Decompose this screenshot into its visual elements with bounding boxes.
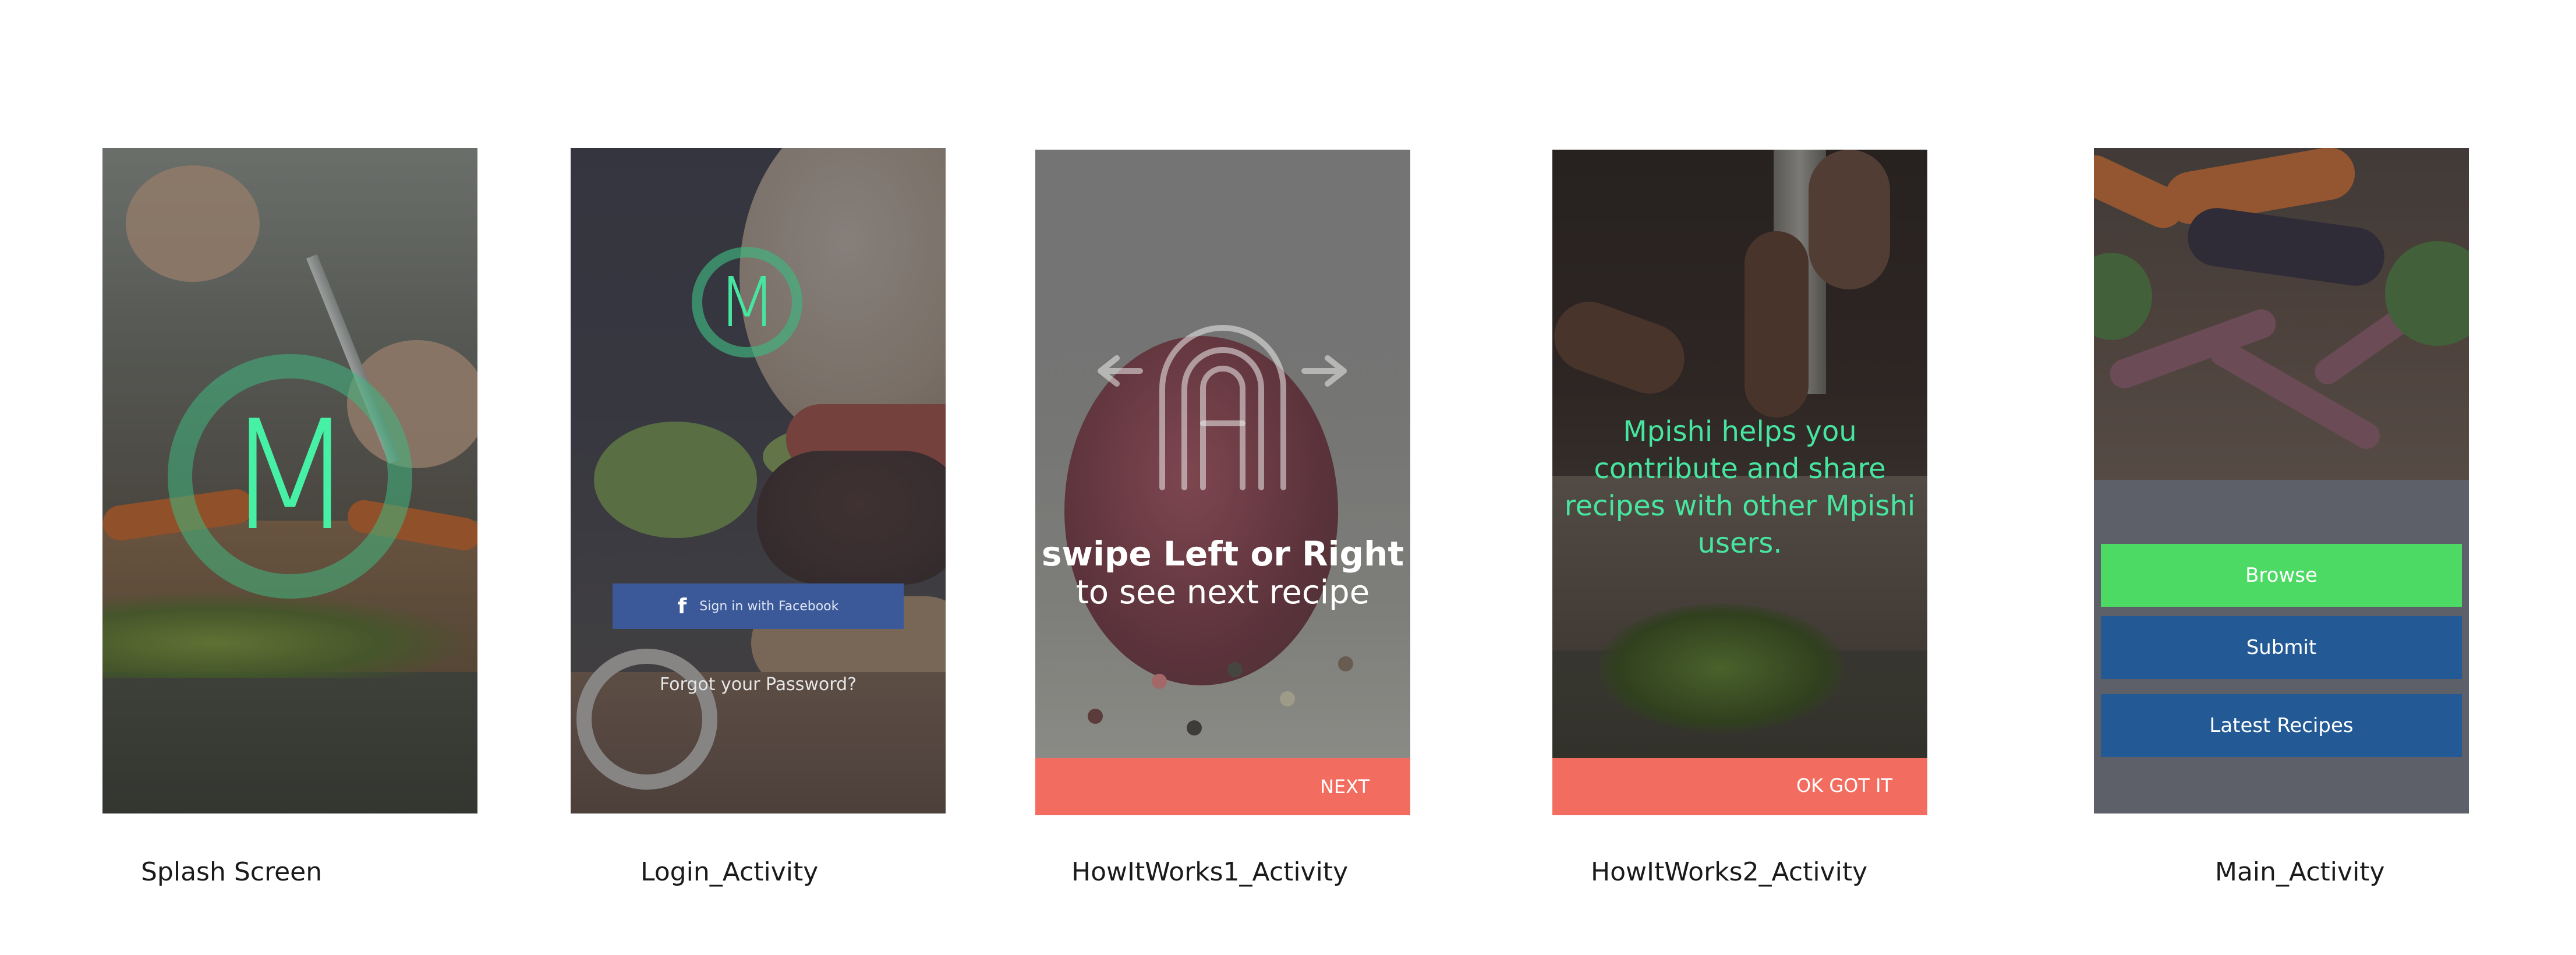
swipe-gesture-icon <box>1098 325 1347 490</box>
ok-got-it-label: OK GOT IT <box>1796 774 1892 797</box>
next-button[interactable]: NEXT <box>1035 758 1410 815</box>
latest-recipes-button[interactable]: Latest Recipes <box>2101 694 2462 757</box>
how-it-works-1-screen: swipe Left or Right to see next recipe N… <box>1035 150 1410 815</box>
image-overlay <box>2094 148 2469 480</box>
vegetables-header-image <box>2094 148 2469 480</box>
next-button-label: NEXT <box>1319 776 1370 798</box>
main-screen: Browse Submit Latest Recipes <box>2094 148 2469 813</box>
caption-main: Main_Activity <box>2215 857 2385 887</box>
logo-letter: M <box>717 262 777 342</box>
submit-button[interactable]: Submit <box>2101 616 2462 679</box>
feature-description: Mpishi helps you contribute and share re… <box>1564 415 1916 560</box>
swipe-instruction-title: swipe Left or Right <box>1041 534 1404 574</box>
ok-got-it-button[interactable]: OK GOT IT <box>1552 758 1927 815</box>
forgot-password-link[interactable]: Forgot your Password? <box>571 674 946 695</box>
facebook-icon: f <box>677 594 687 618</box>
how-it-works-2-screen: Mpishi helps you contribute and share re… <box>1552 150 1927 815</box>
caption-login: Login_Activity <box>641 857 819 887</box>
caption-splash: Splash Screen <box>141 857 323 887</box>
caption-how-it-works-1: HowItWorks1_Activity <box>1071 857 1349 887</box>
storyboard-canvas: M M f Sign in with Facebook Forgot your … <box>0 0 2576 955</box>
caption-how-it-works-2: HowItWorks2_Activity <box>1591 857 1868 887</box>
facebook-signin-label: Sign in with Facebook <box>699 599 839 614</box>
login-screen: M f Sign in with Facebook Forgot your Pa… <box>571 148 946 813</box>
splash-screen: M <box>102 148 477 813</box>
browse-button[interactable]: Browse <box>2101 544 2462 607</box>
facebook-signin-button[interactable]: f Sign in with Facebook <box>613 583 904 629</box>
swipe-instruction-subtitle: to see next recipe <box>1075 574 1370 611</box>
logo-letter: M <box>224 388 356 564</box>
